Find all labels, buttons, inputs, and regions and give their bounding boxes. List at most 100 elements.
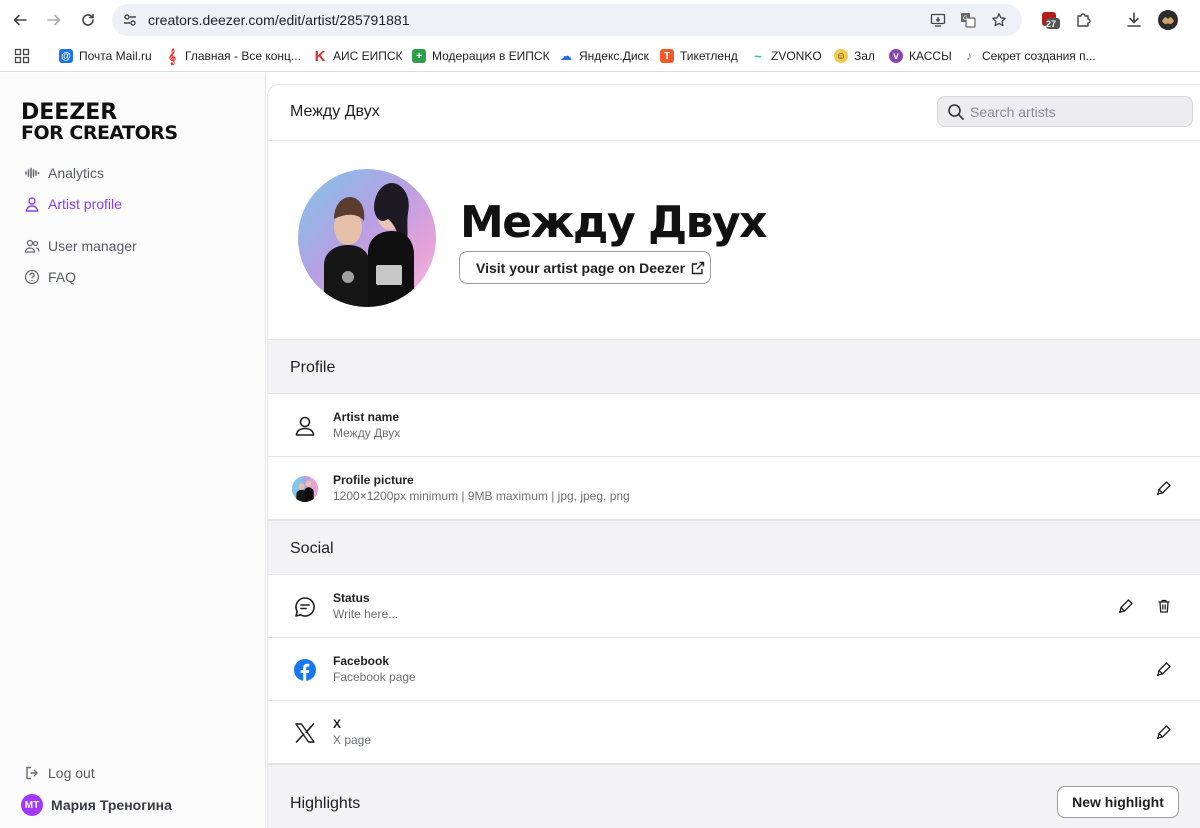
extension-icon[interactable]: 27 [1040,10,1060,30]
row-title: X [333,717,342,731]
bookmark-label: Почта Mail.ru [79,49,152,63]
sidebar-item-faq[interactable]: FAQ [24,267,76,287]
sidebar-item-label: FAQ [48,269,77,285]
bookmarks-bar: @ Почта Mail.ru 𝄞 Главная - Все конц... KА… [0,40,1200,72]
logout-label: Log out [48,765,95,781]
pencil-icon [1119,599,1133,613]
bookmark-secret[interactable]: ♪ Секрет создания п... [962,47,1096,65]
bookmark-ticketland[interactable]: T Тикетленд [660,47,738,65]
avatar: МТ [21,794,43,816]
row-facebook[interactable]: Facebook Facebook page [268,638,1200,701]
translate-icon[interactable]: G [960,12,976,28]
browser-toolbar: creators.deezer.com/edit/artist/28579188… [0,0,1200,40]
bookmark-concerts[interactable]: 𝄞 Главная - Все конц... [165,47,301,65]
sheets-icon: + [412,49,426,63]
wave-icon: ~ [754,48,762,64]
pencil-icon [1157,725,1171,739]
artist-name-heading: Между Двух [460,197,768,248]
page-title: Между Двух [290,103,380,120]
row-x[interactable]: X X page [268,701,1200,764]
viber-icon: v [889,49,903,63]
row-artist-name[interactable]: Artist name Между Двух [268,394,1200,457]
grid-icon [14,48,30,64]
bookmark-mail[interactable]: @ Почта Mail.ru [59,47,152,65]
x-logo-icon [292,720,318,746]
sidebar-item-label: Analytics [48,165,105,181]
sidebar: DEEZER FOR CREATORS Analytics Artist pro… [0,73,266,828]
new-highlight-button[interactable]: New highlight [1057,786,1179,818]
bookmark-label: Яндекс.Диск [579,49,649,63]
bookmark-kassy[interactable]: v КАССЫ [889,47,952,65]
bookmark-label: Главная - Все конц... [185,49,301,63]
logo-line2: FOR CREATORS [21,122,178,144]
row-subtitle: X page [333,733,372,747]
downloads-button[interactable] [1124,10,1144,30]
bookmark-ais[interactable]: K АИС ЕИПСК [313,47,403,65]
logout-button[interactable]: Log out [24,763,95,783]
row-status[interactable]: Status Write here... [268,575,1200,638]
cloud-icon: ☁ [560,49,572,63]
bookmark-hall[interactable]: ☺ Зал [834,47,875,65]
forward-button[interactable] [42,8,66,32]
edit-picture-button[interactable] [1155,479,1173,497]
visit-artist-page-button[interactable]: Visit your artist page on Deezer [459,251,711,284]
bookmark-label: Тикетленд [680,49,738,63]
deezer-logo[interactable]: DEEZER FOR CREATORS [21,102,178,144]
row-title: Profile picture [333,473,414,487]
user-name: Мария Треногина [51,797,172,813]
sidebar-item-artist-profile[interactable]: Artist profile [24,194,122,214]
search-input[interactable] [970,102,1180,122]
edit-status-button[interactable] [1117,597,1135,615]
section-title: Profile [290,359,336,376]
bookmark-zvonko[interactable]: ~ ZVONKO [751,47,822,65]
music-icon: ♪ [966,49,972,63]
edit-facebook-button[interactable] [1155,660,1173,678]
bookmark-label: ZVONKO [771,49,822,63]
mail-icon: @ [59,49,73,63]
row-subtitle: Write here... [333,607,399,621]
logout-icon [26,766,38,780]
section-title: Highlights [290,795,361,812]
star-icon[interactable] [991,12,1007,28]
user-account[interactable]: МТ Мария Треногина [21,794,172,816]
url-text[interactable]: creators.deezer.com/edit/artist/28579188… [148,12,410,28]
profile-thumbnail [292,476,318,502]
sidebar-item-user-manager[interactable]: User manager [24,236,137,256]
profile-button[interactable] [1158,10,1178,30]
sidebar-item-label: User manager [48,238,137,254]
artist-profile-picture [298,169,436,307]
external-link-icon [691,261,705,274]
bookmark-label: КАССЫ [909,49,952,63]
site-settings-icon[interactable] [122,12,138,28]
ticket-icon: T [660,49,674,63]
reload-button[interactable] [76,8,100,32]
smiley-icon: ☺ [834,49,848,63]
waveform-icon [25,167,40,179]
svg-text:G: G [963,15,968,22]
person-icon [292,413,318,439]
row-subtitle: Между Двух [333,426,401,440]
arrow-right-icon [47,14,61,26]
edit-x-button[interactable] [1155,723,1173,741]
address-bar[interactable]: creators.deezer.com/edit/artist/28579188… [112,4,1022,36]
artist-header: Между Двух Visit your artist page on Dee… [268,142,1200,339]
row-title: Facebook [333,654,390,668]
back-button[interactable] [8,8,32,32]
extensions-button[interactable] [1074,10,1094,30]
trash-icon [1158,599,1170,613]
bookmark-moderation[interactable]: + Модерация в ЕИПСК [412,47,550,65]
extension-badge: 27 [1046,19,1057,29]
section-title: Social [290,540,334,557]
apps-button[interactable] [14,47,30,65]
bookmark-label: Зал [854,49,875,63]
install-app-icon[interactable] [930,12,946,28]
row-subtitle: 1200×1200px minimum | 9MB maximum | jpg,… [333,489,630,503]
sidebar-item-analytics[interactable]: Analytics [24,163,104,183]
person-icon [25,197,39,212]
pencil-icon [1157,481,1171,495]
row-profile-picture[interactable]: Profile picture 1200×1200px minimum | 9M… [268,457,1200,520]
bookmark-label: АИС ЕИПСК [333,49,403,63]
delete-status-button[interactable] [1155,597,1173,615]
bookmark-disk[interactable]: ☁ Яндекс.Диск [559,47,649,65]
search-box[interactable] [937,96,1193,127]
